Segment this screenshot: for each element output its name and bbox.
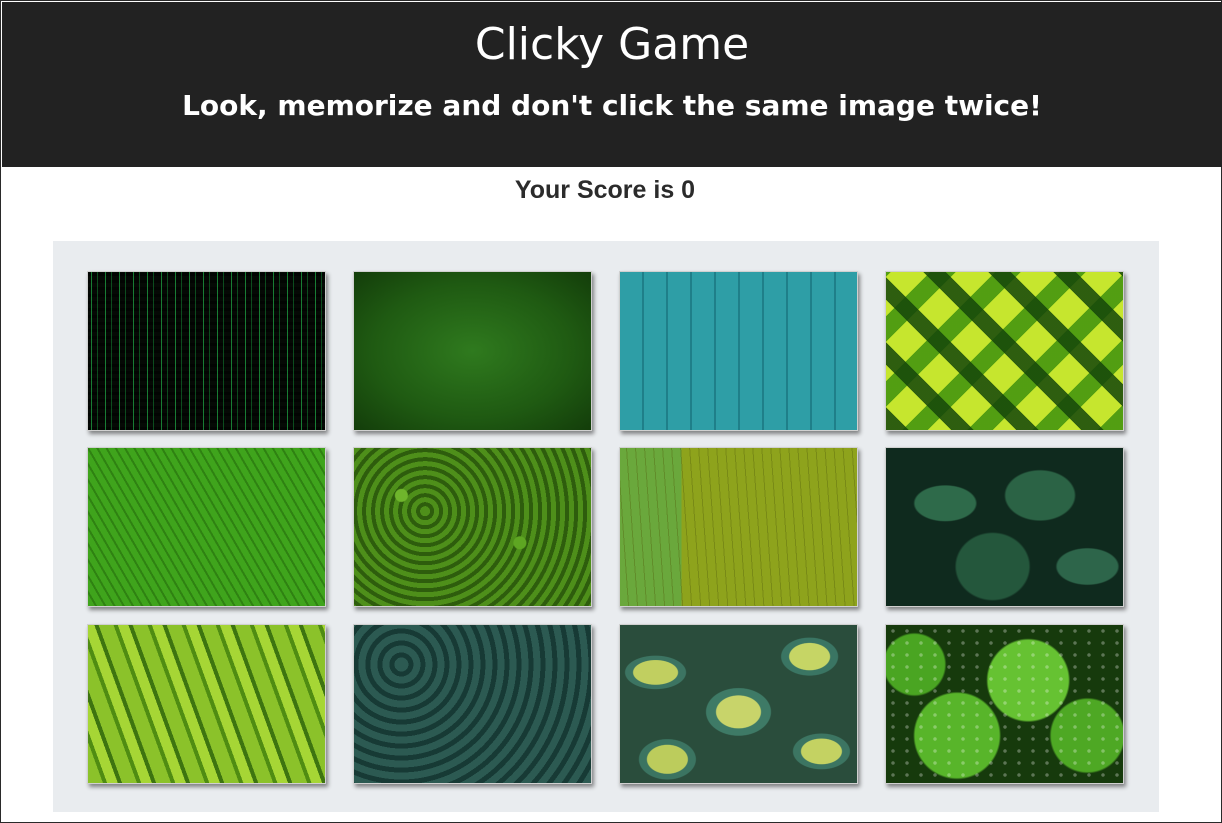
image-tile-succulents[interactable] (353, 624, 592, 784)
page-subtitle: Look, memorize and don't click the same … (182, 89, 1042, 122)
image-tile-matrix-code[interactable] (87, 271, 326, 431)
score-display: Your Score is 0 (514, 176, 696, 204)
image-tile-hosta[interactable] (87, 624, 326, 784)
image-tile-grass[interactable] (353, 271, 592, 431)
image-tile-monstera[interactable] (885, 447, 1124, 607)
image-tile-teal-wood[interactable] (619, 271, 858, 431)
image-tile-droplets[interactable] (885, 624, 1124, 784)
image-tile-field[interactable] (619, 447, 858, 607)
app-window: Clicky Game Look, memorize and don't cli… (0, 0, 1222, 823)
image-tile-variegated-hosta[interactable] (619, 624, 858, 784)
header: Clicky Game Look, memorize and don't cli… (2, 2, 1222, 167)
image-board (53, 241, 1159, 812)
page-title: Clicky Game (474, 19, 750, 70)
image-tile-palm-leaf[interactable] (87, 447, 326, 607)
image-tile-lattice-leaves[interactable] (885, 271, 1124, 431)
image-tile-shrub[interactable] (353, 447, 592, 607)
